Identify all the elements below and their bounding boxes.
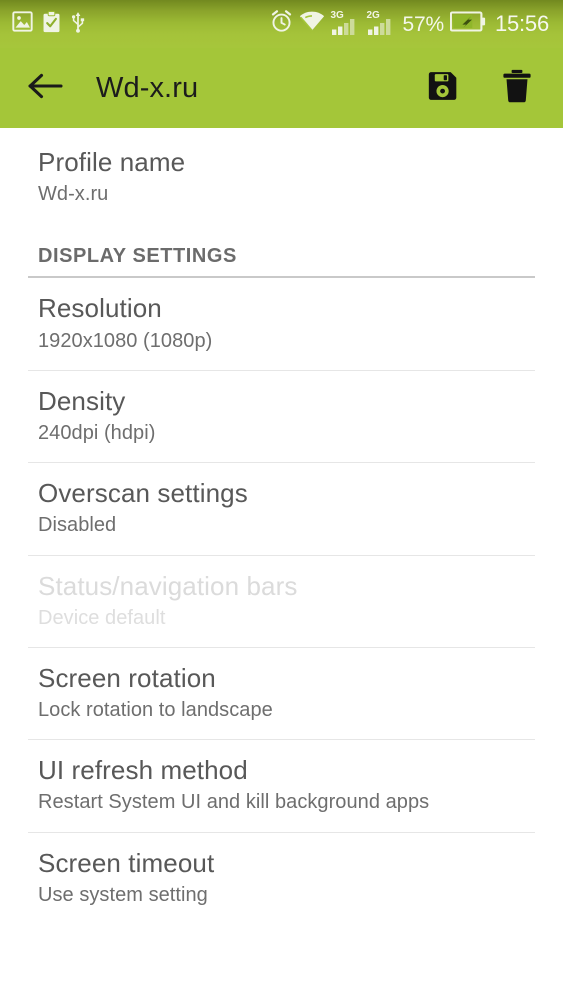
pref-summary: 240dpi (hdpi) <box>38 421 156 444</box>
wifi-icon <box>299 11 325 37</box>
pref-title: Resolution <box>38 293 162 324</box>
battery-charging-icon <box>449 11 486 37</box>
pref-summary: Disabled <box>38 514 117 537</box>
trash-delete-icon <box>501 69 533 108</box>
signal-3g-icon: 3G <box>330 10 361 36</box>
clipboard-check-icon <box>42 10 61 38</box>
action-bar: Wd-x.ru <box>0 48 563 132</box>
pref-screen-rotation[interactable]: Screen rotation Lock rotation to landsca… <box>0 647 563 740</box>
phone-screen: 3G 2G 57% 15:56 Wd-x.ru Profile name Wd-… <box>0 0 563 1000</box>
pref-title: Screen timeout <box>38 847 215 878</box>
pref-summary: Restart System UI and kill background ap… <box>38 791 430 814</box>
save-button[interactable] <box>419 64 467 112</box>
pref-overscan-settings[interactable]: Overscan settings Disabled <box>0 463 563 555</box>
floppy-disk-save-icon <box>426 69 460 108</box>
status-bar-clock: 15:56 <box>494 11 549 36</box>
signal-2g-icon: 2G <box>366 10 397 36</box>
back-button[interactable] <box>22 65 68 111</box>
section-header-display-settings: DISPLAY SETTINGS <box>0 223 563 277</box>
pref-title: Density <box>38 385 126 416</box>
delete-button[interactable] <box>493 64 541 112</box>
pref-summary: Device default <box>38 606 166 629</box>
page-title: Wd-x.ru <box>96 71 199 104</box>
settings-list: Profile name Wd-x.ru DISPLAY SETTINGS Re… <box>0 128 563 924</box>
section-header-label: DISPLAY SETTINGS <box>38 245 237 268</box>
pref-screen-timeout[interactable]: Screen timeout Use system setting <box>0 832 563 924</box>
pref-status-navigation-bars: Status/navigation bars Device default <box>0 555 563 647</box>
battery-percent-label: 57% <box>402 12 445 36</box>
pref-summary: 1920x1080 (1080p) <box>38 329 213 352</box>
pref-summary: Use system setting <box>38 883 208 906</box>
pref-ui-refresh-method[interactable]: UI refresh method Restart System UI and … <box>0 740 563 832</box>
signal-3g-label: 3G <box>330 10 344 21</box>
image-icon <box>12 11 33 37</box>
pref-title: UI refresh method <box>38 755 248 786</box>
pref-resolution[interactable]: Resolution 1920x1080 (1080p) <box>0 278 563 370</box>
pref-title: Profile name <box>38 147 186 177</box>
pref-summary: Lock rotation to landscape <box>38 699 273 722</box>
status-bar-left-icons <box>12 10 86 38</box>
pref-summary: Wd-x.ru <box>38 183 109 206</box>
status-bar: 3G 2G 57% 15:56 <box>0 0 563 48</box>
pref-title: Overscan settings <box>38 478 248 509</box>
pref-title: Screen rotation <box>38 662 216 693</box>
signal-2g-label: 2G <box>366 10 380 21</box>
arrow-left-icon <box>27 71 63 106</box>
usb-icon <box>70 11 86 38</box>
pref-title: Status/navigation bars <box>38 570 298 601</box>
status-bar-right-icons: 3G 2G 57% 15:56 <box>270 10 552 38</box>
alarm-clock-icon <box>270 10 293 38</box>
pref-profile-name[interactable]: Profile name Wd-x.ru <box>0 132 563 224</box>
pref-density[interactable]: Density 240dpi (hdpi) <box>0 370 563 463</box>
